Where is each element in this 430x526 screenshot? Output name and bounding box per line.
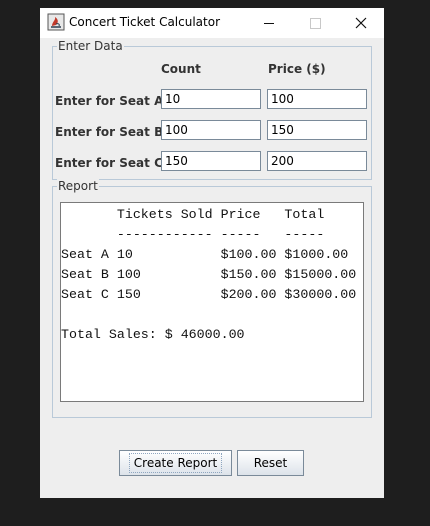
report-line: ------------ ----- ----- — [61, 227, 325, 242]
report-panel: Report Tickets Sold Price Total --------… — [52, 178, 372, 418]
close-button[interactable] — [338, 8, 384, 38]
seat-a-price-input[interactable]: 100 — [267, 89, 367, 109]
seat-a-count-input[interactable]: 10 — [161, 89, 261, 109]
create-report-button[interactable]: Create Report — [119, 450, 232, 476]
price-column-header: Price ($) — [268, 62, 326, 76]
report-output: Tickets Sold Price Total ------------ --… — [61, 205, 356, 345]
report-text-area[interactable]: Tickets Sold Price Total ------------ --… — [60, 202, 364, 402]
title-bar[interactable]: Concert Ticket Calculator — [40, 8, 384, 38]
maximize-icon — [309, 17, 321, 29]
calculator-window: Concert Ticket Calculator Enter Data Cou… — [40, 8, 384, 498]
seat-c-price-input[interactable]: 200 — [267, 151, 367, 171]
enter-data-panel: Enter Data Count Price ($) Enter for Sea… — [52, 38, 372, 180]
java-app-icon — [47, 13, 65, 31]
report-line: Seat C 150 $200.00 $30000.00 — [61, 287, 357, 302]
seat-c-count-input[interactable]: 150 — [161, 151, 261, 171]
report-line: Tickets Sold Price Total — [61, 207, 325, 222]
close-icon — [355, 17, 367, 29]
enter-data-legend: Enter Data — [57, 38, 124, 54]
reset-label: Reset — [253, 456, 288, 470]
create-report-label: Create Report — [128, 453, 223, 473]
seat-b-label: Enter for Seat B: — [55, 125, 169, 139]
seat-b-price-input[interactable]: 150 — [267, 120, 367, 140]
minimize-icon — [264, 22, 274, 24]
window-title: Concert Ticket Calculator — [69, 15, 221, 29]
seat-a-label: Enter for Seat A: — [55, 94, 169, 108]
seat-c-label: Enter for Seat C: — [55, 156, 168, 170]
report-legend: Report — [57, 178, 99, 194]
report-line: Total Sales: $ 46000.00 — [61, 327, 245, 342]
seat-b-count-input[interactable]: 100 — [161, 120, 261, 140]
report-line: Seat A 10 $100.00 $1000.00 — [61, 247, 349, 262]
report-line: Seat B 100 $150.00 $15000.00 — [61, 267, 357, 282]
count-column-header: Count — [161, 62, 201, 76]
minimize-button[interactable] — [246, 8, 292, 38]
reset-button[interactable]: Reset — [237, 450, 304, 476]
maximize-button[interactable] — [292, 8, 338, 38]
